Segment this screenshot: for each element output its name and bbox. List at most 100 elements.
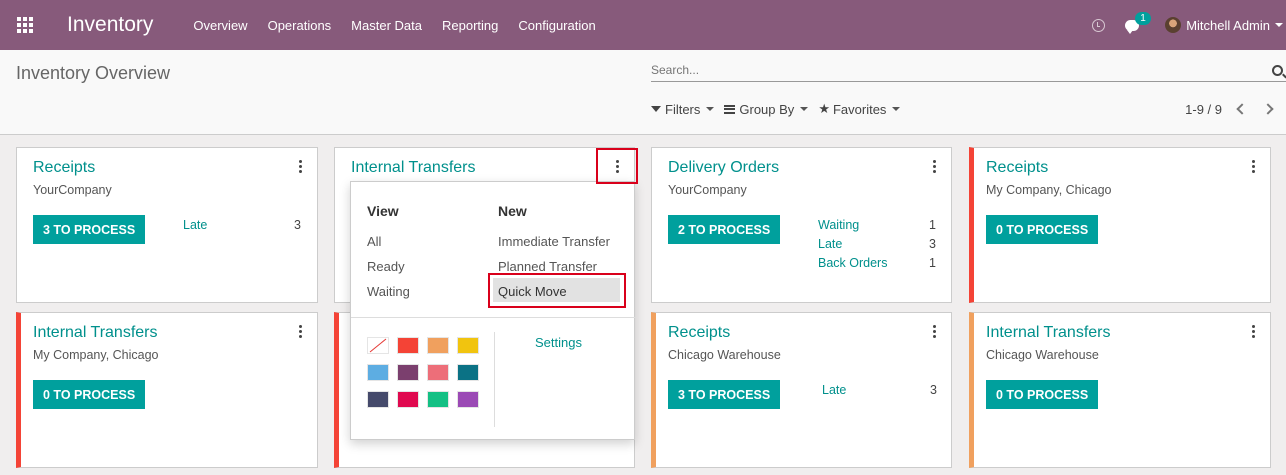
card-title[interactable]: Internal Transfers (986, 324, 1111, 342)
group-by-label: Group By (739, 101, 795, 117)
operation-card-receipts[interactable]: Receipts YourCompany 3 TO PROCESS Late 3 (16, 147, 318, 303)
to-process-button[interactable]: 0 TO PROCESS (986, 215, 1099, 244)
app-brand[interactable]: Inventory (67, 13, 153, 37)
stat-late[interactable]: Late (183, 218, 207, 232)
search-input[interactable] (651, 60, 1251, 80)
color-swatch[interactable] (367, 391, 389, 408)
menu-overview[interactable]: Overview (183, 18, 257, 33)
card-subtitle: YourCompany (33, 183, 112, 197)
stat-late-count: 3 (929, 237, 936, 251)
kebab-menu-icon[interactable] (1252, 325, 1255, 338)
stat-waiting-count: 1 (929, 218, 936, 232)
stat-waiting[interactable]: Waiting (818, 218, 859, 232)
new-quick-move-link[interactable]: Quick Move (498, 284, 567, 299)
star-icon: ★ (818, 101, 830, 116)
card-subtitle: YourCompany (668, 183, 747, 197)
control-panel: Inventory Overview Filters Group By ★ Fa… (0, 50, 1286, 135)
stat-late[interactable]: Late (818, 237, 842, 251)
messaging-menu[interactable]: 1 (1125, 11, 1151, 34)
list-icon (724, 104, 736, 114)
view-waiting-link[interactable]: Waiting (367, 284, 410, 299)
kebab-menu-icon[interactable] (299, 160, 302, 173)
pager-previous-icon[interactable] (1236, 103, 1248, 115)
operation-card-internal-transfers-chicago[interactable]: Internal Transfers My Company, Chicago 0… (16, 312, 318, 468)
menu-reporting[interactable]: Reporting (432, 18, 508, 33)
chevron-down-icon (706, 107, 715, 111)
stat-late-count: 3 (930, 383, 937, 397)
card-title[interactable]: Receipts (33, 159, 95, 177)
new-header: New (498, 203, 527, 219)
card-subtitle: My Company, Chicago (986, 183, 1112, 197)
color-swatch[interactable] (457, 391, 479, 408)
dropdown-vertical-divider (494, 332, 495, 427)
filter-icon (651, 106, 661, 112)
card-title[interactable]: Internal Transfers (351, 159, 476, 177)
view-ready-link[interactable]: Ready (367, 259, 405, 274)
avatar[interactable] (1165, 17, 1182, 33)
color-swatch-none[interactable] (367, 337, 389, 354)
color-swatch[interactable] (397, 391, 419, 408)
kebab-menu-icon[interactable] (933, 160, 936, 173)
new-immediate-transfer-link[interactable]: Immediate Transfer (498, 234, 610, 249)
card-subtitle: My Company, Chicago (33, 348, 159, 362)
chat-count-badge: 1 (1135, 11, 1151, 25)
card-title[interactable]: Internal Transfers (33, 324, 158, 342)
card-subtitle: Chicago Warehouse (986, 348, 1099, 362)
menu-configuration[interactable]: Configuration (508, 18, 605, 33)
card-subtitle: Chicago Warehouse (668, 348, 781, 362)
to-process-button[interactable]: 3 TO PROCESS (33, 215, 146, 244)
color-swatch[interactable] (427, 337, 449, 354)
color-swatch[interactable] (367, 364, 389, 381)
chevron-down-icon (800, 107, 809, 111)
color-swatch[interactable] (457, 337, 479, 354)
activity-clock-icon[interactable] (1092, 18, 1106, 32)
card-title[interactable]: Receipts (986, 159, 1048, 177)
filters-button[interactable]: Filters (651, 101, 715, 117)
to-process-button[interactable]: 3 TO PROCESS (668, 380, 781, 409)
to-process-button[interactable]: 0 TO PROCESS (986, 380, 1099, 409)
card-title[interactable]: Delivery Orders (668, 159, 779, 177)
settings-link[interactable]: Settings (535, 335, 582, 350)
chevron-down-icon (892, 107, 901, 111)
apps-menu-icon[interactable] (0, 0, 50, 50)
card-title[interactable]: Receipts (668, 324, 730, 342)
kebab-menu-icon[interactable] (616, 160, 619, 173)
search-icon[interactable] (1272, 65, 1283, 76)
stat-back-orders[interactable]: Back Orders (818, 256, 887, 270)
user-menu[interactable]: Mitchell Admin (1186, 18, 1270, 33)
color-swatch[interactable] (457, 364, 479, 381)
page-title: Inventory Overview (16, 63, 171, 83)
kebab-menu-icon[interactable] (299, 325, 302, 338)
kebab-menu-icon[interactable] (1252, 160, 1255, 173)
filters-label: Filters (665, 101, 701, 117)
new-planned-transfer-link[interactable]: Planned Transfer (498, 259, 597, 274)
color-swatch[interactable] (427, 391, 449, 408)
menu-master-data[interactable]: Master Data (341, 18, 432, 33)
menu-operations[interactable]: Operations (258, 18, 342, 33)
pager-next-icon[interactable] (1262, 103, 1274, 115)
view-all-link[interactable]: All (367, 234, 381, 249)
to-process-button[interactable]: 2 TO PROCESS (668, 215, 781, 244)
top-navbar: Inventory Overview Operations Master Dat… (0, 0, 1286, 50)
color-swatch[interactable] (397, 337, 419, 354)
kebab-menu-icon[interactable] (933, 325, 936, 338)
search-bar (651, 60, 1286, 82)
favorites-button[interactable]: ★ Favorites (818, 101, 901, 117)
chevron-down-icon (1275, 23, 1283, 27)
stat-late[interactable]: Late (822, 383, 846, 397)
group-by-button[interactable]: Group By (724, 101, 809, 117)
favorites-label: Favorites (832, 101, 887, 117)
operation-card-internal-transfers-warehouse[interactable]: Internal Transfers Chicago Warehouse 0 T… (969, 312, 1271, 468)
dropdown-divider (351, 317, 636, 318)
operation-card-receipts-chicago[interactable]: Receipts My Company, Chicago 0 TO PROCES… (969, 147, 1271, 303)
color-swatch[interactable] (427, 364, 449, 381)
main-menu: Overview Operations Master Data Reportin… (183, 0, 605, 50)
to-process-button[interactable]: 0 TO PROCESS (33, 380, 146, 409)
view-header: View (367, 203, 399, 219)
operation-card-receipts-warehouse[interactable]: Receipts Chicago Warehouse 3 TO PROCESS … (651, 312, 952, 468)
operation-card-delivery-orders[interactable]: Delivery Orders YourCompany 2 TO PROCESS… (651, 147, 952, 303)
pager-value[interactable]: 1-9 / 9 (1185, 102, 1222, 117)
stat-back-orders-count: 1 (929, 256, 936, 270)
card-dropdown-menu: View All Ready Waiting New Immediate Tra… (350, 181, 636, 440)
color-swatch[interactable] (397, 364, 419, 381)
